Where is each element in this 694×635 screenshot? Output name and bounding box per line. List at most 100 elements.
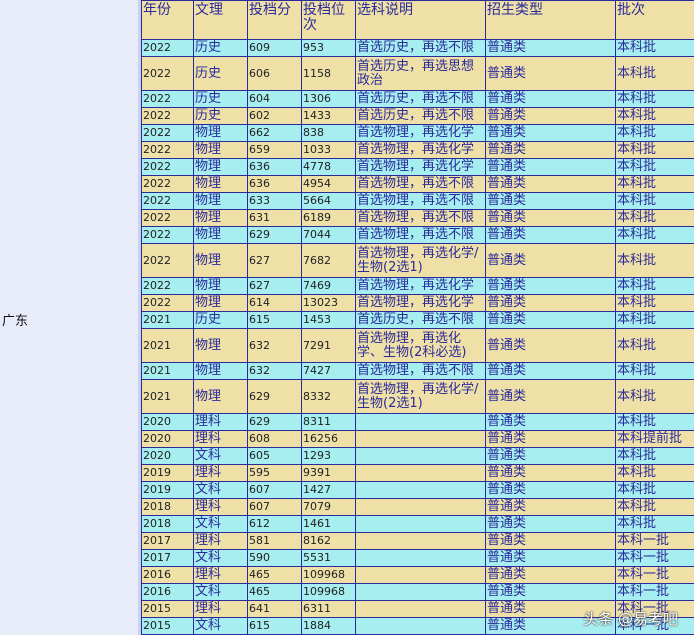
- header-type: 招生类型: [485, 0, 616, 40]
- table-row: 2022 物理 627 7682 首选物理，再选化学/生物(2选1) 普通类 本科批: [141, 243, 694, 278]
- cell-rank: 6189: [301, 209, 356, 227]
- cell-type: 普通类: [485, 498, 616, 516]
- table-row: 2022 物理 627 7469 首选物理，再选化学 普通类 本科批: [141, 277, 694, 295]
- cell-score: 615: [247, 311, 302, 329]
- cell-batch: 本科批: [615, 107, 694, 125]
- admission-table: 年份 文理 投档分 投档位次 选科说明 招生类型 批次 2022 历史 609 953…: [141, 0, 694, 635]
- cell-type: 普通类: [485, 515, 616, 533]
- cell-batch: 本科批: [615, 481, 694, 499]
- header-wenli: 文理: [193, 0, 248, 40]
- cell-score: 607: [247, 481, 302, 499]
- cell-rank: 9391: [301, 464, 356, 482]
- cell-wenli: 历史: [193, 39, 248, 57]
- cell-batch: 本科批: [615, 124, 694, 142]
- cell-rank: 109968: [301, 583, 356, 601]
- cell-year: 2022: [141, 56, 194, 91]
- cell-rank: 5531: [301, 549, 356, 567]
- cell-rank: 109968: [301, 566, 356, 584]
- cell-desc: 首选历史，再选不限: [355, 39, 486, 57]
- watermark-text: 头条 @易考吧: [583, 610, 678, 628]
- table-row: 2021 历史 615 1453 首选历史，再选不限 普通类 本科批: [141, 311, 694, 329]
- cell-type: 普通类: [485, 56, 616, 91]
- cell-wenli: 文科: [193, 481, 248, 499]
- cell-batch: 本科批: [615, 515, 694, 533]
- cell-batch: 本科批: [615, 413, 694, 431]
- cell-batch: 本科批: [615, 464, 694, 482]
- table-row: 2022 历史 604 1306 首选历史，再选不限 普通类 本科批: [141, 90, 694, 108]
- cell-batch: 本科批: [615, 209, 694, 227]
- cell-batch: 本科批: [615, 141, 694, 159]
- cell-wenli: 理科: [193, 498, 248, 516]
- cell-batch: 本科一批: [615, 566, 694, 584]
- cell-type: 普通类: [485, 192, 616, 210]
- cell-rank: 1427: [301, 481, 356, 499]
- cell-wenli: 理科: [193, 566, 248, 584]
- cell-rank: 1461: [301, 515, 356, 533]
- cell-score: 627: [247, 243, 302, 278]
- cell-score: 581: [247, 532, 302, 550]
- cell-batch: 本科批: [615, 294, 694, 312]
- cell-batch: 本科批: [615, 362, 694, 380]
- cell-year: 2022: [141, 294, 194, 312]
- cell-type: 普通类: [485, 311, 616, 329]
- cell-year: 2019: [141, 481, 194, 499]
- table-row: 2022 历史 609 953 首选历史，再选不限 普通类 本科批: [141, 39, 694, 57]
- cell-type: 普通类: [485, 39, 616, 57]
- cell-type: 普通类: [485, 277, 616, 295]
- cell-desc: 首选历史，再选思想政治: [355, 56, 486, 91]
- cell-wenli: 物理: [193, 294, 248, 312]
- cell-desc: 首选历史，再选不限: [355, 90, 486, 108]
- table-header-row: 年份 文理 投档分 投档位次 选科说明 招生类型 批次: [141, 0, 694, 40]
- table-row: 2018 文科 612 1461 普通类 本科批: [141, 515, 694, 533]
- cell-wenli: 理科: [193, 430, 248, 448]
- table-row: 2017 文科 590 5531 普通类 本科一批: [141, 549, 694, 567]
- cell-type: 普通类: [485, 549, 616, 567]
- table-row: 2022 物理 631 6189 首选物理，再选不限 普通类 本科批: [141, 209, 694, 227]
- cell-year: 2016: [141, 566, 194, 584]
- cell-rank: 1306: [301, 90, 356, 108]
- cell-batch: 本科批: [615, 56, 694, 91]
- cell-score: 662: [247, 124, 302, 142]
- cell-rank: 7291: [301, 328, 356, 363]
- cell-desc: 首选物理，再选化学: [355, 294, 486, 312]
- cell-batch: 本科批: [615, 311, 694, 329]
- cell-year: 2022: [141, 209, 194, 227]
- cell-wenli: 物理: [193, 379, 248, 414]
- cell-type: 普通类: [485, 532, 616, 550]
- admission-table-container[interactable]: 年份 文理 投档分 投档位次 选科说明 招生类型 批次 2022 历史 609 953…: [141, 0, 694, 635]
- cell-rank: 7044: [301, 226, 356, 244]
- cell-year: 2022: [141, 277, 194, 295]
- cell-type: 普通类: [485, 141, 616, 159]
- table-row: 2022 历史 602 1433 首选历史，再选不限 普通类 本科批: [141, 107, 694, 125]
- cell-desc: 首选历史，再选不限: [355, 311, 486, 329]
- cell-rank: 8162: [301, 532, 356, 550]
- cell-score: 604: [247, 90, 302, 108]
- cell-score: 636: [247, 158, 302, 176]
- cell-wenli: 物理: [193, 362, 248, 380]
- cell-rank: 1293: [301, 447, 356, 465]
- cell-type: 普通类: [485, 566, 616, 584]
- cell-desc: 首选物理，再选化学: [355, 277, 486, 295]
- cell-batch: 本科批: [615, 226, 694, 244]
- table-row: 2021 物理 632 7427 首选物理，再选不限 普通类 本科批: [141, 362, 694, 380]
- table-row: 2022 历史 606 1158 首选历史，再选思想政治 普通类 本科批: [141, 56, 694, 91]
- cell-desc: 首选物理，再选不限: [355, 226, 486, 244]
- cell-wenli: 物理: [193, 158, 248, 176]
- cell-batch: 本科批: [615, 175, 694, 193]
- table-row: 2021 物理 629 8332 首选物理，再选化学/生物(2选1) 普通类 本科批: [141, 379, 694, 414]
- cell-batch: 本科批: [615, 379, 694, 414]
- cell-year: 2021: [141, 311, 194, 329]
- cell-year: 2022: [141, 124, 194, 142]
- cell-rank: 5664: [301, 192, 356, 210]
- cell-score: 633: [247, 192, 302, 210]
- cell-type: 普通类: [485, 481, 616, 499]
- cell-desc: 首选物理，再选化学/生物(2选1): [355, 243, 486, 278]
- cell-year: 2021: [141, 379, 194, 414]
- cell-desc: [355, 583, 486, 601]
- cell-desc: [355, 566, 486, 584]
- cell-year: 2020: [141, 430, 194, 448]
- cell-score: 614: [247, 294, 302, 312]
- table-row: 2022 物理 633 5664 首选物理，再选不限 普通类 本科批: [141, 192, 694, 210]
- cell-wenli: 物理: [193, 277, 248, 295]
- cell-wenli: 物理: [193, 175, 248, 193]
